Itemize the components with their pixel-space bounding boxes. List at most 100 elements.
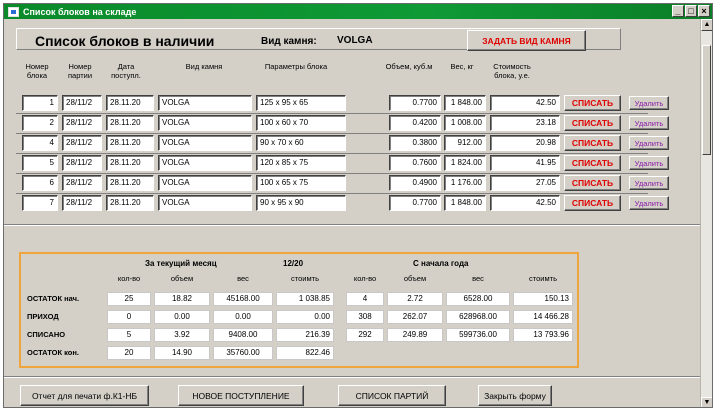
month-title: За текущий месяц [145, 259, 217, 268]
form-body: Список блоков в наличии Вид камня: VOLGA… [4, 19, 701, 407]
stone-field[interactable]: VOLGA [158, 95, 252, 111]
volume-field[interactable]: 0.7600 [389, 155, 441, 171]
block-no-field[interactable]: 7 [22, 195, 58, 211]
summary-value: 18.82 [154, 292, 210, 306]
write-off-button[interactable]: СПИСАТЬ [564, 95, 621, 111]
row-divider [16, 173, 648, 174]
print-report-button[interactable]: Отчет для печати ф.К1-НБ [20, 385, 149, 406]
write-off-button[interactable]: СПИСАТЬ [564, 195, 621, 211]
params-field[interactable]: 100 x 60 x 70 [256, 115, 346, 131]
batch-no-field[interactable]: 28/11/2 [62, 115, 102, 131]
weight-field[interactable]: 1 848.00 [444, 95, 486, 111]
written-off-label: СПИСАНО [27, 330, 66, 339]
title-bar[interactable]: Список блоков на складе _ □ × [4, 4, 712, 19]
delete-button[interactable]: Удалить [629, 196, 669, 210]
block-no-field[interactable]: 1 [22, 95, 58, 111]
volume-field[interactable]: 0.7700 [389, 95, 441, 111]
cost-field[interactable]: 42.50 [490, 195, 560, 211]
weight-field[interactable]: 1 176.00 [444, 175, 486, 191]
month-weight-header: вес [237, 274, 249, 283]
cost-field[interactable]: 41.95 [490, 155, 560, 171]
volume-field[interactable]: 0.3800 [389, 135, 441, 151]
weight-field[interactable]: 1 824.00 [444, 155, 486, 171]
date-field[interactable]: 28.11.20 [106, 135, 154, 151]
stone-field[interactable]: VOLGA [158, 195, 252, 211]
block-no-field[interactable]: 6 [22, 175, 58, 191]
set-stone-type-button[interactable]: ЗАДАТЬ ВИД КАМНЯ [467, 30, 586, 51]
date-field[interactable]: 28.11.20 [106, 195, 154, 211]
stone-field[interactable]: VOLGA [158, 135, 252, 151]
delete-button[interactable]: Удалить [629, 156, 669, 170]
weight-field[interactable]: 1 848.00 [444, 195, 486, 211]
close-form-button[interactable]: Закрыть форму [478, 385, 552, 406]
stone-field[interactable]: VOLGA [158, 115, 252, 131]
write-off-button[interactable]: СПИСАТЬ [564, 115, 621, 131]
scroll-thumb[interactable] [702, 45, 711, 155]
volume-field[interactable]: 0.7700 [389, 195, 441, 211]
batch-no-field[interactable]: 28/11/2 [62, 155, 102, 171]
date-field[interactable]: 28.11.20 [106, 95, 154, 111]
block-no-field[interactable]: 4 [22, 135, 58, 151]
params-field[interactable]: 90 x 70 x 60 [256, 135, 346, 151]
volume-field[interactable]: 0.4200 [389, 115, 441, 131]
volume-field[interactable]: 0.4900 [389, 175, 441, 191]
summary-value: 13 793.96 [513, 328, 573, 342]
summary-value: 150.13 [513, 292, 573, 306]
closing-balance-label: ОСТАТОК кон. [27, 348, 79, 357]
batch-list-button[interactable]: СПИСОК ПАРТИЙ [338, 385, 446, 406]
column-header-stone: Вид камня [185, 62, 223, 71]
summary-value: 35760.00 [213, 346, 273, 360]
cost-field[interactable]: 27.05 [490, 175, 560, 191]
stone-field[interactable]: VOLGA [158, 155, 252, 171]
params-field[interactable]: 90 x 95 x 90 [256, 195, 346, 211]
summary-value: 45168.00 [213, 292, 273, 306]
batch-no-field[interactable]: 28/11/2 [62, 175, 102, 191]
vertical-scrollbar[interactable]: ▲ ▼ [700, 19, 712, 407]
cost-field[interactable]: 20.98 [490, 135, 560, 151]
maximize-button[interactable]: □ [685, 5, 697, 17]
write-off-button[interactable]: СПИСАТЬ [564, 175, 621, 191]
batch-no-field[interactable]: 28/11/2 [62, 135, 102, 151]
date-field[interactable]: 28.11.20 [106, 115, 154, 131]
params-field[interactable]: 100 x 65 x 75 [256, 175, 346, 191]
table-row: 1 28/11/2 28.11.20 VOLGA 125 x 95 x 65 0… [16, 93, 696, 113]
scroll-down-icon[interactable]: ▼ [701, 397, 712, 407]
app-window: Список блоков на складе _ □ × Список бло… [3, 3, 713, 408]
date-field[interactable]: 28.11.20 [106, 175, 154, 191]
params-field[interactable]: 120 x 85 x 75 [256, 155, 346, 171]
block-no-field[interactable]: 5 [22, 155, 58, 171]
delete-button[interactable]: Удалить [629, 136, 669, 150]
weight-field[interactable]: 912.00 [444, 135, 486, 151]
params-field[interactable]: 125 x 95 x 65 [256, 95, 346, 111]
minimize-button[interactable]: _ [672, 5, 684, 17]
window-controls: _ □ × [672, 5, 710, 17]
weight-field[interactable]: 1 008.00 [444, 115, 486, 131]
table-row: 5 28/11/2 28.11.20 VOLGA 120 x 85 x 75 0… [16, 153, 696, 173]
row-divider [16, 153, 648, 154]
cost-field[interactable]: 23.18 [490, 115, 560, 131]
batch-no-field[interactable]: 28/11/2 [62, 195, 102, 211]
delete-button[interactable]: Удалить [629, 96, 669, 110]
new-arrival-button[interactable]: НОВОЕ ПОСТУПЛЕНИЕ [178, 385, 304, 406]
batch-no-field[interactable]: 28/11/2 [62, 95, 102, 111]
summary-value: 14.90 [154, 346, 210, 360]
block-no-field[interactable]: 2 [22, 115, 58, 131]
date-field[interactable]: 28.11.20 [106, 155, 154, 171]
delete-button[interactable]: Удалить [629, 116, 669, 130]
column-header-batch-no: Номер партии [67, 62, 93, 80]
month-cost-header: стоимть [291, 274, 319, 283]
cost-field[interactable]: 42.50 [490, 95, 560, 111]
scroll-up-icon[interactable]: ▲ [701, 19, 712, 31]
column-header-cost: Стоимость блока, у.е. [493, 62, 531, 80]
delete-button[interactable]: Удалить [629, 176, 669, 190]
row-divider [16, 113, 648, 114]
table-row: 4 28/11/2 28.11.20 VOLGA 90 x 70 x 60 0.… [16, 133, 696, 153]
close-button[interactable]: × [698, 5, 710, 17]
write-off-button[interactable]: СПИСАТЬ [564, 155, 621, 171]
column-header-weight: Вес, кг [450, 62, 474, 71]
stone-field[interactable]: VOLGA [158, 175, 252, 191]
summary-value: 249.89 [387, 328, 443, 342]
year-volume-header: объем [403, 274, 427, 283]
year-cost-header: стоимть [529, 274, 557, 283]
write-off-button[interactable]: СПИСАТЬ [564, 135, 621, 151]
